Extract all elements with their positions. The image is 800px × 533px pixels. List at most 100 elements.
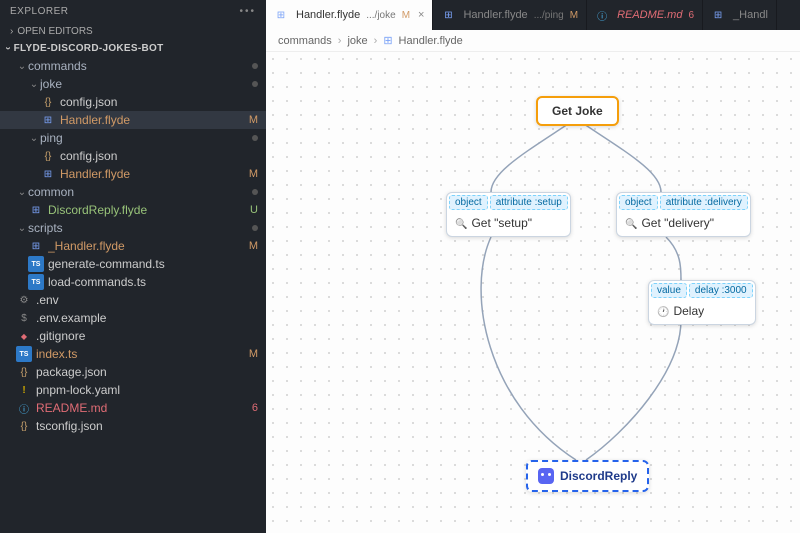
node-get-joke[interactable]: Get Joke [536, 96, 619, 126]
folder-row[interactable]: ping [0, 129, 266, 147]
info-icon [595, 8, 609, 22]
file-row[interactable]: Handler.flydeM [0, 111, 266, 129]
pin-delay[interactable]: delay :3000 [689, 283, 753, 298]
flyde-icon [28, 202, 44, 218]
vcs-badge: 6 [252, 402, 258, 414]
tab-badge: M [402, 10, 410, 21]
json-icon [16, 418, 32, 434]
file-name: tsconfig.json [36, 419, 258, 433]
flyde-icon [40, 166, 56, 182]
node-get-setup[interactable]: object attribute :setup Get "setup" [446, 192, 571, 237]
ts-icon: TS [16, 346, 32, 362]
file-row[interactable]: DiscordReply.flydeU [0, 201, 266, 219]
editor-tab[interactable]: Handler.flyde.../jokeM× [266, 0, 433, 30]
dirty-dot-icon [252, 189, 258, 195]
editor-tab[interactable]: Handler.flyde.../pingM [433, 0, 587, 30]
flyde-icon [274, 8, 288, 22]
gear-icon [16, 292, 32, 308]
file-row[interactable]: TSgenerate-command.ts [0, 255, 266, 273]
search-icon [625, 216, 637, 230]
clock-icon [657, 304, 669, 318]
file-row[interactable]: config.json [0, 93, 266, 111]
file-tree: commandsjokeconfig.jsonHandler.flydeMpin… [0, 57, 266, 533]
file-name: config.json [60, 149, 258, 163]
file-name: scripts [28, 221, 258, 235]
folder-row[interactable]: scripts [0, 219, 266, 237]
ts-icon: TS [28, 274, 44, 290]
editor-tab[interactable]: README.md6 [587, 0, 703, 30]
file-row[interactable]: .env.example [0, 309, 266, 327]
node-label: Delay [673, 304, 704, 318]
folder-row[interactable]: commands [0, 57, 266, 75]
explorer-title: EXPLORER [10, 6, 68, 17]
file-row[interactable]: tsconfig.json [0, 417, 266, 435]
file-name: config.json [60, 95, 258, 109]
dirty-dot-icon [252, 81, 258, 87]
file-name: load-commands.ts [48, 275, 258, 289]
file-row[interactable]: pnpm-lock.yaml [0, 381, 266, 399]
node-label: Get Joke [552, 104, 603, 118]
vcs-badge: U [250, 204, 258, 216]
dirty-dot-icon [252, 135, 258, 141]
file-row[interactable]: config.json [0, 147, 266, 165]
file-name: package.json [36, 365, 258, 379]
file-name: joke [40, 77, 258, 91]
breadcrumb-separator: › [374, 35, 378, 47]
node-delay[interactable]: value delay :3000 Delay [648, 280, 756, 325]
flyde-icon [40, 112, 56, 128]
node-get-delivery[interactable]: object attribute :delivery Get "delivery… [616, 192, 751, 237]
flyde-canvas[interactable]: Get Joke object attribute :setup Get "se… [266, 52, 800, 533]
vcs-badge: M [249, 240, 258, 252]
json-icon [16, 364, 32, 380]
vcs-badge: M [249, 348, 258, 360]
node-discord-reply[interactable]: DiscordReply [526, 460, 649, 492]
node-pins: object attribute :setup [447, 193, 570, 212]
folder-row[interactable]: joke [0, 75, 266, 93]
breadcrumb-item[interactable]: joke [347, 35, 367, 47]
pin-attribute[interactable]: attribute :delivery [660, 195, 748, 210]
editor-tab[interactable]: _Handl [703, 0, 777, 30]
breadcrumb[interactable]: commands › joke › ⊞ Handler.flyde [266, 30, 800, 52]
file-name: DiscordReply.flyde [48, 203, 250, 217]
open-editors-section[interactable]: OPEN EDITORS [0, 23, 266, 40]
file-row[interactable]: .gitignore [0, 327, 266, 345]
node-body: Get "setup" [447, 212, 570, 236]
folder-row[interactable]: common [0, 183, 266, 201]
pin-object[interactable]: object [619, 195, 658, 210]
tab-badge: 6 [688, 10, 694, 21]
tab-badge: M [570, 10, 578, 21]
flyde-icon [28, 238, 44, 254]
node-body: Delay [649, 300, 755, 324]
project-root[interactable]: FLYDE-DISCORD-JOKES-BOT [0, 40, 266, 57]
file-row[interactable]: _Handler.flydeM [0, 237, 266, 255]
breadcrumb-item[interactable]: commands [278, 35, 332, 47]
chevron-icon [16, 187, 28, 198]
file-row[interactable]: .env [0, 291, 266, 309]
file-row[interactable]: TSindex.tsM [0, 345, 266, 363]
file-row[interactable]: Handler.flydeM [0, 165, 266, 183]
file-name: commands [28, 59, 258, 73]
node-label: DiscordReply [560, 469, 637, 483]
file-row[interactable]: TS load-commands.ts [0, 273, 266, 291]
explorer-header: EXPLORER ••• [0, 0, 266, 23]
file-row[interactable]: package.json [0, 363, 266, 381]
file-name: .env.example [36, 311, 258, 325]
node-body: Get "delivery" [617, 212, 750, 236]
explorer-sidebar: EXPLORER ••• OPEN EDITORS FLYDE-DISCORD-… [0, 0, 266, 533]
explorer-more-icon[interactable]: ••• [239, 6, 256, 17]
breadcrumb-item[interactable]: Handler.flyde [399, 35, 463, 47]
file-row[interactable]: README.md6 [0, 399, 266, 417]
dirty-dot-icon [252, 63, 258, 69]
file-name: Handler.flyde [60, 167, 249, 181]
pin-object[interactable]: object [449, 195, 488, 210]
chevron-icon [28, 79, 40, 90]
pin-attribute[interactable]: attribute :setup [490, 195, 568, 210]
close-icon[interactable]: × [418, 9, 424, 21]
editor-main: Handler.flyde.../jokeM×Handler.flyde.../… [266, 0, 800, 533]
file-name: ping [40, 131, 258, 145]
chevron-icon [16, 61, 28, 72]
file-name: _Handler.flyde [48, 239, 249, 253]
pin-value[interactable]: value [651, 283, 687, 298]
dirty-dot-icon [252, 225, 258, 231]
editor-tabs: Handler.flyde.../jokeM×Handler.flyde.../… [266, 0, 800, 30]
